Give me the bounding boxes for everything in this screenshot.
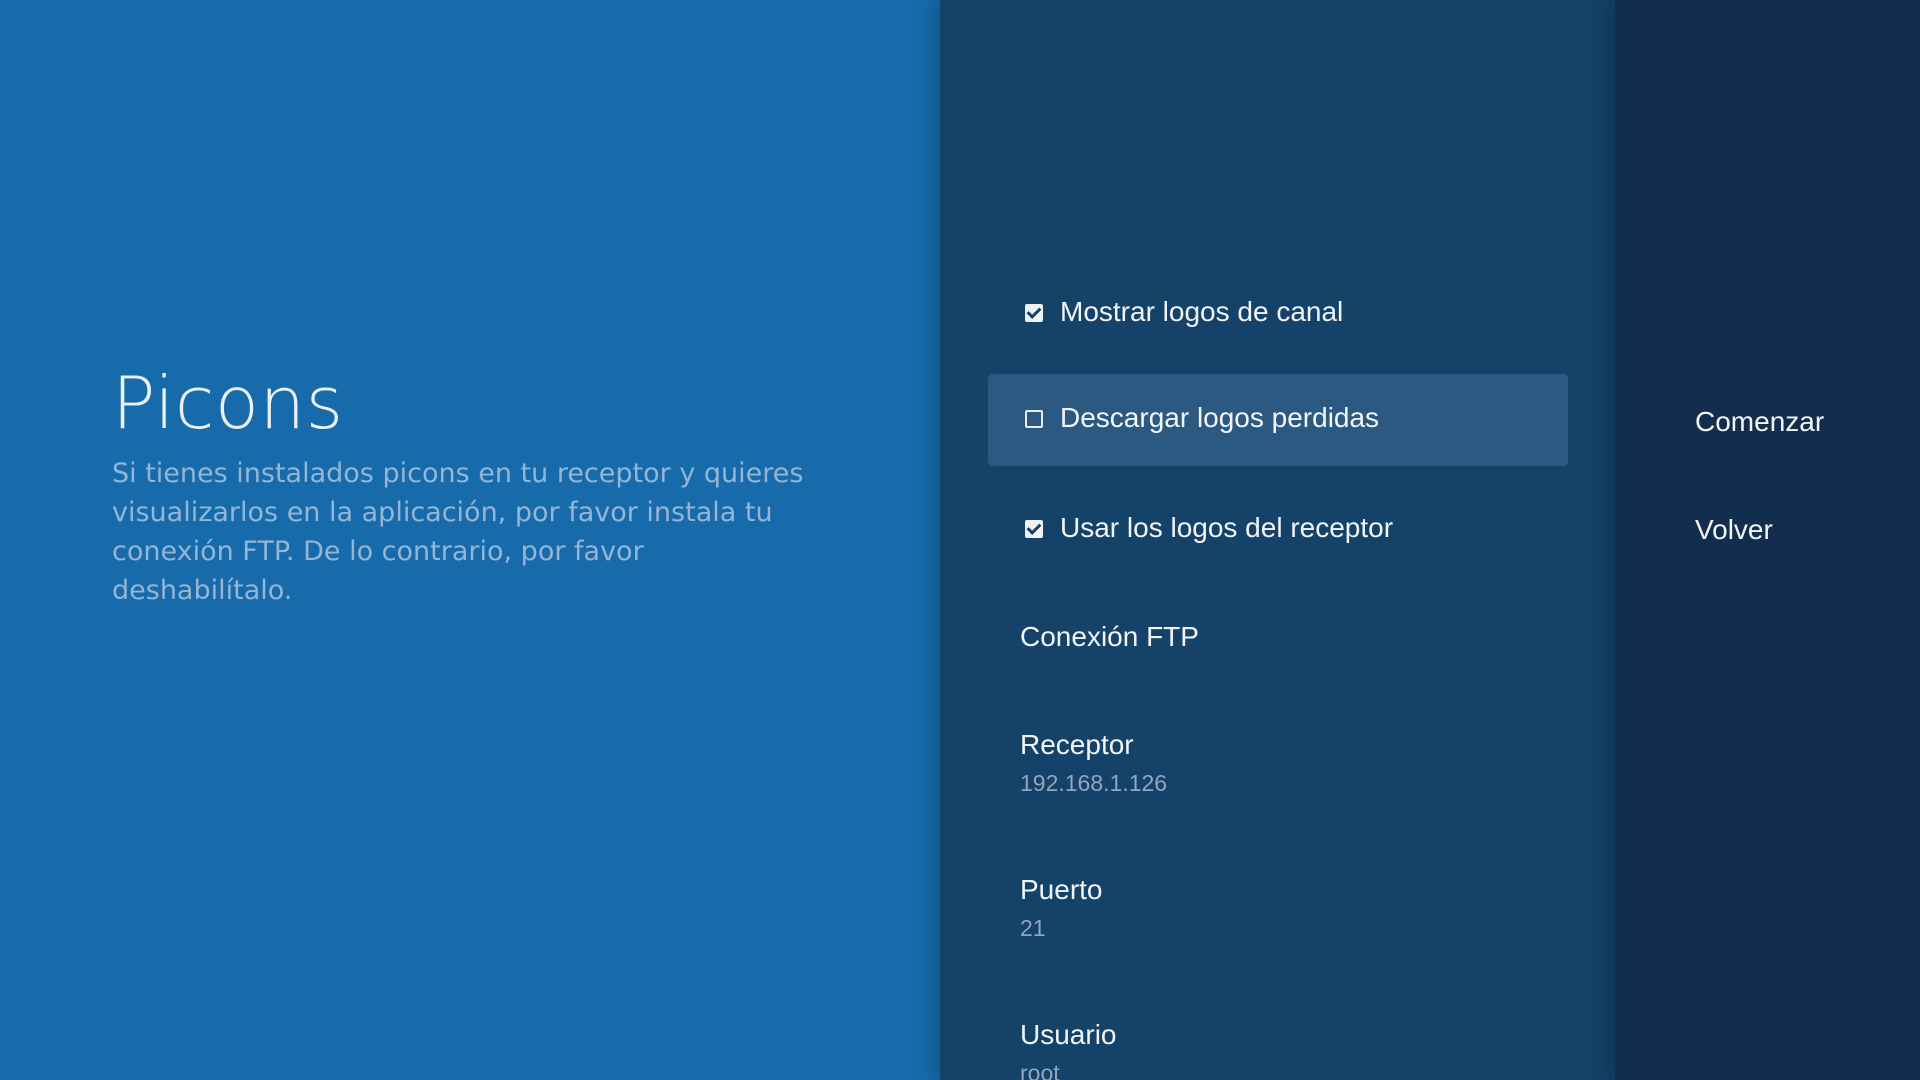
ftp-connection-header[interactable]: Conexión FTP <box>1020 620 1580 654</box>
ftp-connection-title: Conexión FTP <box>1020 621 1199 652</box>
action-use-receiver-logos[interactable]: Usar los logos del receptor <box>988 484 1568 576</box>
action-label: Usar los logos del receptor <box>1060 512 1394 543</box>
action-usuario[interactable]: Usuario root <box>1020 1018 1580 1080</box>
checkbox-checked-icon[interactable] <box>1025 304 1043 322</box>
receptor-label: Receptor <box>1020 729 1134 760</box>
checkbox-unchecked-icon[interactable] <box>1025 410 1043 428</box>
puerto-value: 21 <box>1020 915 1046 941</box>
guidance-description: Si tienes instalados picons en tu recept… <box>112 458 804 606</box>
start-button[interactable]: Comenzar <box>1695 406 1824 438</box>
action-puerto[interactable]: Puerto 21 <box>1020 873 1580 943</box>
puerto-label: Puerto <box>1020 874 1103 905</box>
receptor-value: 192.168.1.126 <box>1020 770 1168 796</box>
usuario-label: Usuario <box>1020 1019 1117 1050</box>
back-button[interactable]: Volver <box>1695 514 1773 546</box>
picons-settings-screen: Picons Si tienes instalados picons en tu… <box>0 0 1920 1080</box>
action-receptor[interactable]: Receptor 192.168.1.126 <box>1020 728 1580 798</box>
action-label: Mostrar logos de canal <box>1060 296 1344 327</box>
action-label: Descargar logos perdidas <box>1060 402 1380 433</box>
guidance-panel: Picons Si tienes instalados picons en tu… <box>0 0 940 1080</box>
action-download-missing-logos[interactable]: Descargar logos perdidas <box>988 374 1568 466</box>
checkbox-checked-icon[interactable] <box>1025 520 1043 538</box>
action-show-channel-logos[interactable]: Mostrar logos de canal <box>988 268 1568 360</box>
usuario-value: root <box>1020 1060 1060 1080</box>
guidance-title: Picons <box>112 361 344 445</box>
